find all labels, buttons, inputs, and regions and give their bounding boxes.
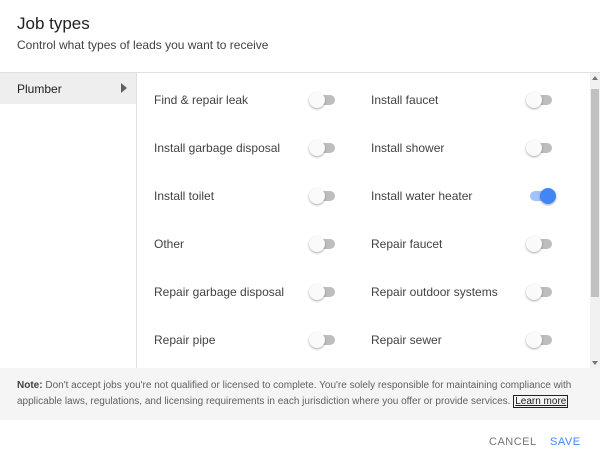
category-sidebar: Plumber [0, 73, 137, 369]
job-type-label: Install water heater [371, 189, 473, 203]
job-type-item: Find & repair leak [154, 73, 354, 121]
job-row: Repair garbage disposal Repair outdoor sy… [137, 265, 590, 313]
scroll-down-arrow-icon[interactable] [592, 361, 598, 365]
job-type-item: Install water heater [371, 169, 571, 217]
job-type-toggle[interactable] [309, 140, 339, 156]
job-type-label: Repair faucet [371, 237, 443, 251]
job-type-item: Install toilet [154, 169, 354, 217]
scrollbar-thumb[interactable] [591, 89, 599, 297]
toggle-thumb [526, 92, 542, 108]
job-type-toggle[interactable] [309, 188, 339, 204]
job-type-label: Repair garbage disposal [154, 285, 285, 299]
job-type-item: Repair faucet [371, 217, 571, 265]
job-type-label: Repair pipe [154, 333, 216, 347]
job-type-toggle[interactable] [526, 92, 556, 108]
job-type-label: Install garbage disposal [154, 141, 281, 155]
job-type-toggle[interactable] [526, 140, 556, 156]
toggle-thumb [526, 332, 542, 348]
job-type-item: Repair pipe [154, 313, 354, 361]
job-type-toggle[interactable] [526, 332, 556, 348]
dialog-header: Job types Control what types of leads yo… [0, 0, 600, 72]
scrollbar[interactable] [590, 73, 600, 369]
job-type-label: Repair sewer [371, 333, 442, 347]
toggle-thumb [309, 332, 325, 348]
job-type-item: Repair sewer [371, 313, 571, 361]
job-type-label: Install shower [371, 141, 445, 155]
job-type-item: Other [154, 217, 354, 265]
dialog-title: Job types [17, 14, 90, 33]
note-prefix: Note: [17, 380, 43, 391]
job-type-item: Install garbage disposal [154, 121, 354, 169]
toggle-thumb [309, 188, 325, 204]
job-type-toggle[interactable] [309, 332, 339, 348]
job-row: Install garbage disposal Install shower [137, 121, 590, 169]
job-type-toggle[interactable] [309, 236, 339, 252]
job-type-item: Repair outdoor systems [371, 265, 571, 313]
job-row: Other Repair faucet [137, 217, 590, 265]
dialog-body: Plumber Find & repair leak Install faucet… [0, 72, 600, 369]
job-type-toggle[interactable] [309, 284, 339, 300]
scroll-up-arrow-icon[interactable] [592, 76, 598, 80]
chevron-right-icon [121, 83, 127, 93]
job-type-item: Install shower [371, 121, 571, 169]
job-type-label: Find & repair leak [154, 93, 249, 107]
toggle-thumb [309, 236, 325, 252]
compliance-note: Note: Don't accept jobs you're not quali… [0, 368, 600, 420]
toggle-thumb [526, 140, 542, 156]
toggle-thumb [309, 140, 325, 156]
job-type-toggle[interactable] [526, 188, 556, 204]
job-row: Find & repair leak Install faucet [137, 73, 590, 121]
compliance-note-text: Note: Don't accept jobs you're not quali… [17, 378, 592, 410]
job-type-label: Other [154, 237, 185, 251]
job-type-toggle[interactable] [309, 92, 339, 108]
job-type-toggle[interactable] [526, 236, 556, 252]
sidebar-item-label: Plumber [17, 82, 62, 96]
job-type-toggle[interactable] [526, 284, 556, 300]
note-body: Don't accept jobs you're not qualified o… [17, 380, 572, 407]
job-type-label: Install faucet [371, 93, 439, 107]
job-type-item: Install faucet [371, 73, 571, 121]
sidebar-item-plumber[interactable]: Plumber [0, 73, 136, 104]
job-type-label: Repair outdoor systems [371, 285, 498, 299]
save-button[interactable]: SAVE [550, 436, 581, 448]
toggle-thumb [309, 92, 325, 108]
toggle-thumb [540, 188, 556, 204]
toggle-thumb [526, 236, 542, 252]
job-row: Install toilet Install water heater [137, 169, 590, 217]
toggle-thumb [526, 284, 542, 300]
dialog-subtitle: Control what types of leads you want to … [17, 38, 269, 52]
job-type-list: Find & repair leak Install faucet Install … [137, 73, 590, 369]
job-row: Repair pipe Repair sewer [137, 313, 590, 361]
job-type-label: Install toilet [154, 189, 215, 203]
dialog-footer: CANCEL SAVE [0, 420, 600, 461]
cancel-button[interactable]: CANCEL [489, 436, 537, 448]
job-type-item: Repair garbage disposal [154, 265, 354, 313]
learn-more-link[interactable]: Learn more [513, 395, 569, 408]
toggle-thumb [309, 284, 325, 300]
